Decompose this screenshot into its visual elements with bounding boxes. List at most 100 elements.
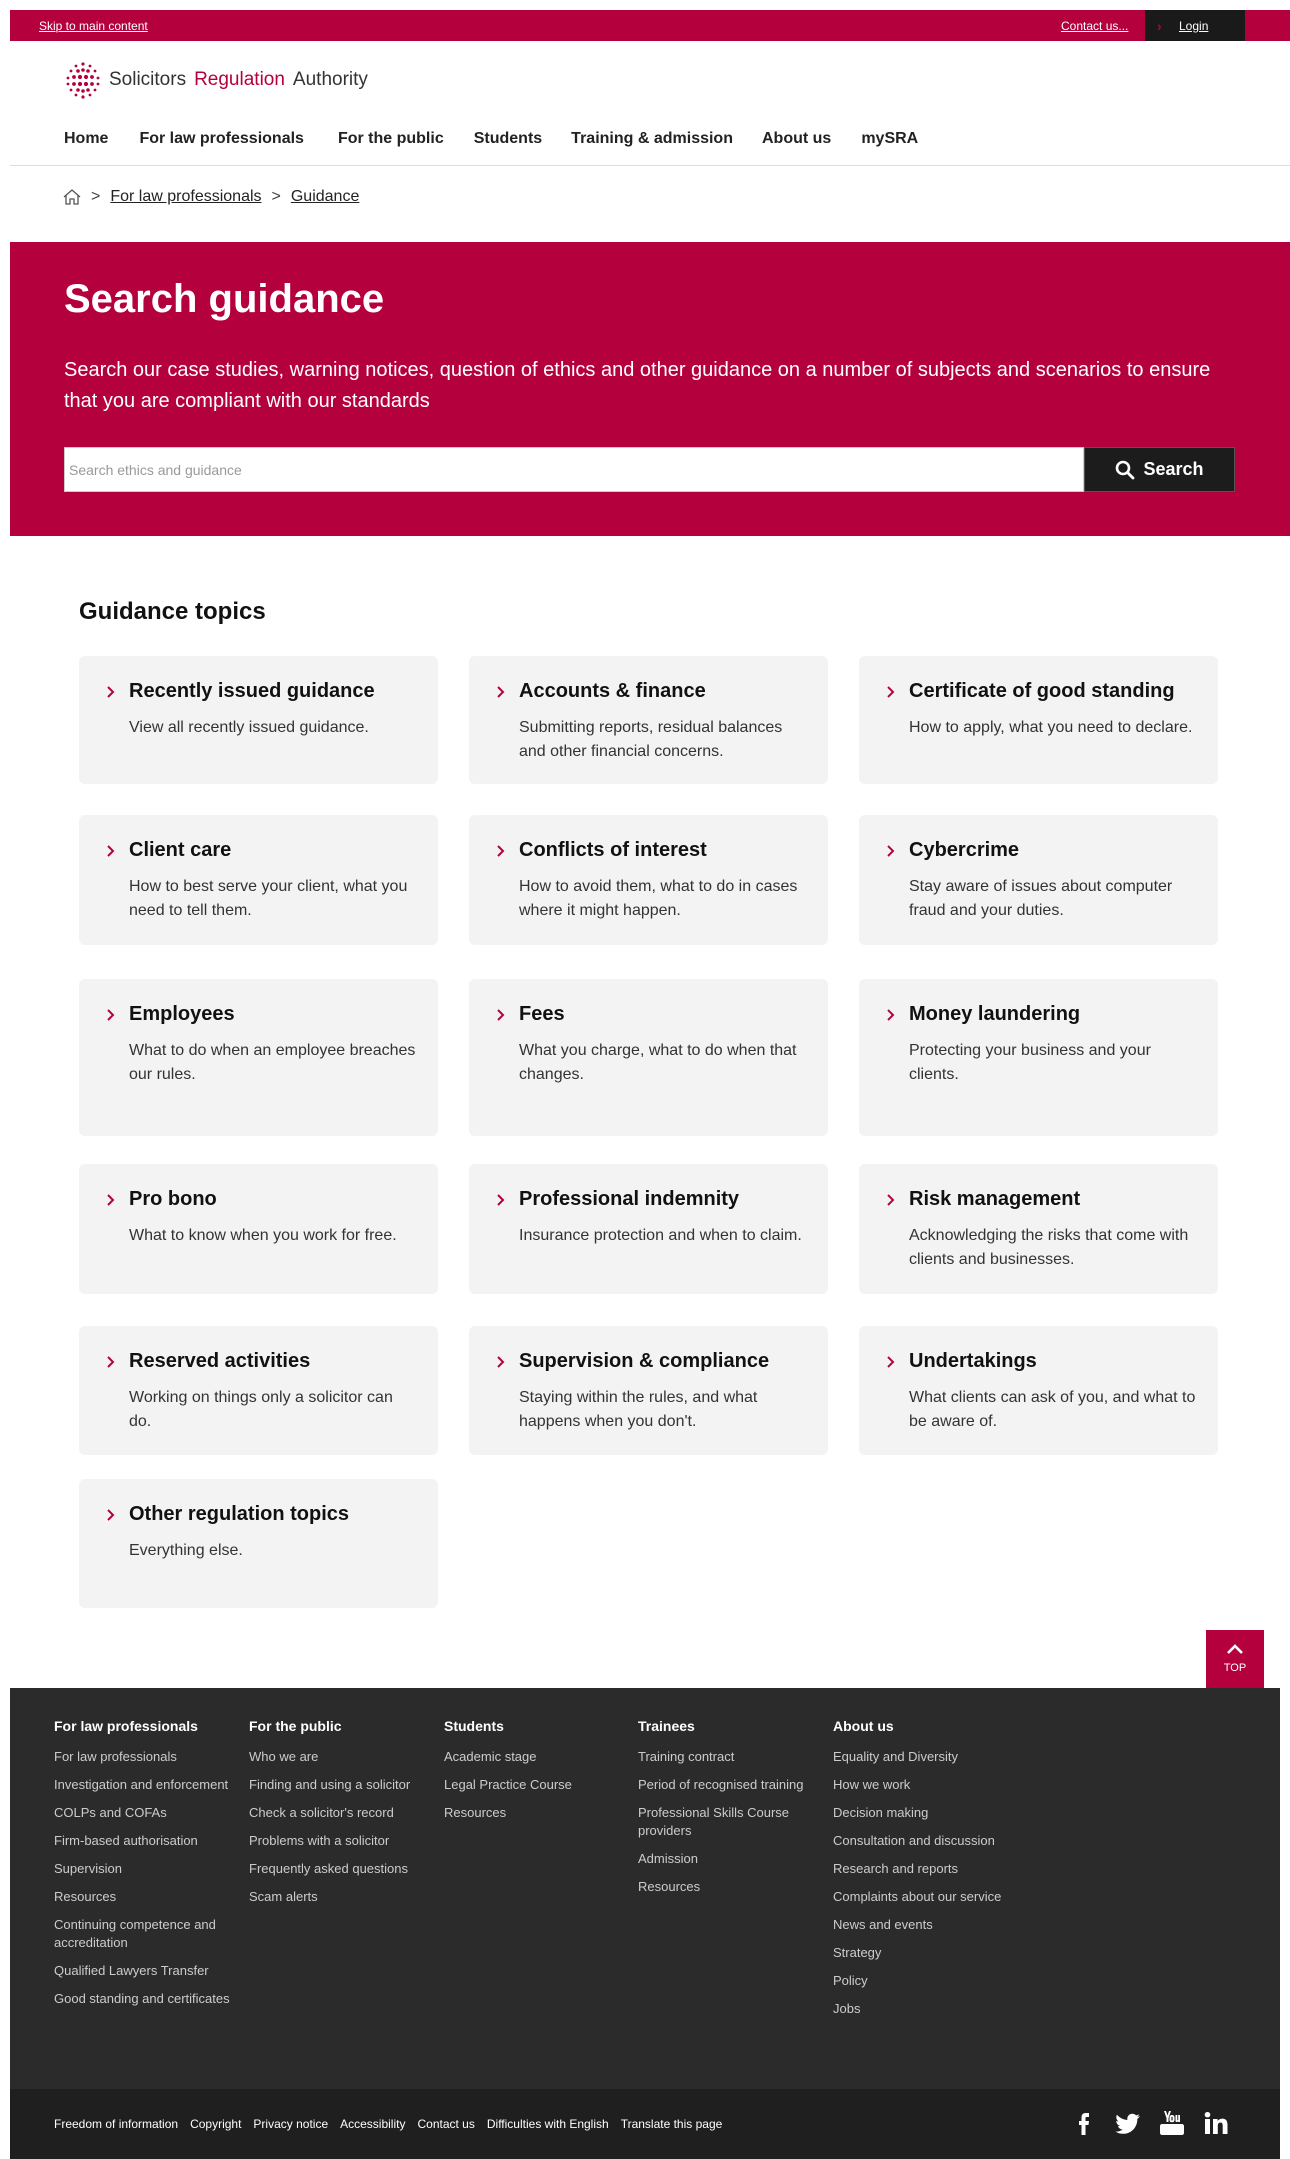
sra-logo[interactable]: Solicitors Regulation Authority: [63, 60, 368, 100]
nav-home[interactable]: Home: [64, 130, 108, 148]
topic-title: Professional indemnity: [519, 1188, 740, 1210]
footer-bottom-link[interactable]: Translate this page: [621, 2117, 723, 2131]
chevron-right-icon: [887, 845, 895, 857]
topic-description: Everything else.: [129, 1542, 243, 1559]
topic-card[interactable]: Client care How to best serve your clien…: [79, 815, 438, 945]
footer-bottom-link[interactable]: Copyright: [190, 2117, 241, 2131]
breadcrumb: > For law professionals > Guidance: [63, 188, 359, 206]
footer-link[interactable]: Problems with a solicitor: [249, 1832, 429, 1850]
topic-description: Protecting your business and your client…: [909, 1042, 1151, 1083]
footer-link[interactable]: Professional Skills Course providers: [638, 1804, 818, 1840]
footer-link[interactable]: Research and reports: [833, 1860, 1033, 1878]
footer-link[interactable]: Qualified Lawyers Transfer: [54, 1962, 234, 1980]
footer-bottom-link[interactable]: Contact us: [417, 2117, 474, 2131]
topic-card[interactable]: Supervision & compliance Staying within …: [469, 1326, 828, 1455]
footer-link[interactable]: Check a solicitor's record: [249, 1804, 429, 1822]
footer-bottom-bar: Freedom of information Copyright Privacy…: [10, 2089, 1280, 2159]
footer-link[interactable]: How we work: [833, 1776, 1033, 1794]
search-input[interactable]: Search ethics and guidance: [64, 447, 1084, 492]
nav-about-us[interactable]: About us: [762, 130, 831, 148]
topic-card[interactable]: Professional indemnity Insurance protect…: [469, 1164, 828, 1294]
footer-link[interactable]: Decision making: [833, 1804, 1033, 1822]
footer-link[interactable]: Admission: [638, 1850, 818, 1868]
twitter-icon[interactable]: [1114, 2109, 1142, 2137]
facebook-icon[interactable]: [1070, 2109, 1098, 2137]
footer-link[interactable]: Complaints about our service: [833, 1888, 1033, 1906]
nav-training-admission[interactable]: Training & admission: [571, 130, 733, 148]
footer-bottom-link[interactable]: Privacy notice: [253, 2117, 328, 2131]
topic-card[interactable]: Cybercrime Stay aware of issues about co…: [859, 815, 1218, 945]
header-divider: [10, 165, 1290, 166]
footer-link[interactable]: Period of recognised training: [638, 1776, 818, 1794]
breadcrumb-for-law-professionals[interactable]: For law professionals: [110, 188, 261, 206]
footer-link[interactable]: Legal Practice Course: [444, 1776, 624, 1794]
footer-link[interactable]: Resources: [54, 1888, 234, 1906]
footer-link[interactable]: Resources: [444, 1804, 624, 1822]
topic-description: Staying within the rules, and what happe…: [519, 1389, 758, 1430]
footer-link[interactable]: Investigation and enforcement: [54, 1776, 234, 1794]
footer-column: Students Academic stage Legal Practice C…: [444, 1718, 624, 1832]
footer-link[interactable]: Finding and using a solicitor: [249, 1776, 429, 1794]
footer-link[interactable]: Strategy: [833, 1944, 1033, 1962]
footer-bottom-link[interactable]: Difficulties with English: [487, 2117, 609, 2131]
topic-title: Other regulation topics: [129, 1503, 350, 1525]
footer-link[interactable]: Policy: [833, 1972, 1033, 1990]
topic-card[interactable]: Other regulation topics Everything else.: [79, 1479, 438, 1608]
footer-column-heading: For the public: [249, 1718, 342, 1734]
breadcrumb-guidance[interactable]: Guidance: [291, 188, 360, 206]
footer-link[interactable]: Frequently asked questions: [249, 1860, 429, 1878]
login-button[interactable]: › Login: [1145, 10, 1245, 41]
chevron-right-icon: [887, 686, 895, 698]
footer-link[interactable]: Training contract: [638, 1748, 818, 1766]
footer-link[interactable]: Equality and Diversity: [833, 1748, 1033, 1766]
topic-title: Client care: [129, 839, 232, 861]
topic-card[interactable]: Recently issued guidance View all recent…: [79, 656, 438, 784]
utility-bar: Skip to main content Contact us... › Log…: [10, 10, 1290, 41]
footer-link[interactable]: Scam alerts: [249, 1888, 429, 1906]
footer-link[interactable]: Jobs: [833, 2000, 1033, 2018]
skip-link[interactable]: Skip to main content: [39, 19, 148, 33]
topic-card[interactable]: Conflicts of interest How to avoid them,…: [469, 815, 828, 945]
footer-link[interactable]: For law professionals: [54, 1748, 234, 1766]
footer-link[interactable]: Firm-based authorisation: [54, 1832, 234, 1850]
home-icon[interactable]: [63, 189, 81, 205]
footer-link[interactable]: Consultation and discussion: [833, 1832, 1033, 1850]
topic-card[interactable]: Fees What you charge, what to do when th…: [469, 979, 828, 1136]
back-to-top-label: TOP: [1223, 1662, 1247, 1674]
topic-card[interactable]: Pro bono What to know when you work for …: [79, 1164, 438, 1294]
topic-card[interactable]: Accounts & finance Submitting reports, r…: [469, 656, 828, 784]
footer-column-heading: Trainees: [638, 1718, 695, 1734]
search-button[interactable]: Search: [1084, 447, 1235, 492]
footer-link[interactable]: Supervision: [54, 1860, 234, 1878]
nav-for-law-professionals[interactable]: For law professionals: [139, 130, 303, 148]
topic-card[interactable]: Risk management Acknowledging the risks …: [859, 1164, 1218, 1294]
topic-card[interactable]: Money laundering Protecting your busines…: [859, 979, 1218, 1136]
contact-link[interactable]: Contact us...: [1061, 19, 1128, 33]
footer-bottom-link[interactable]: Freedom of information: [54, 2117, 178, 2131]
footer-bottom-link[interactable]: Accessibility: [340, 2117, 405, 2131]
nav-for-the-public[interactable]: For the public: [338, 130, 444, 148]
topic-card[interactable]: Reserved activities Working on things on…: [79, 1326, 438, 1455]
topic-card[interactable]: Undertakings What clients can ask of you…: [859, 1326, 1218, 1455]
back-to-top-button[interactable]: TOP: [1206, 1630, 1264, 1688]
topic-title: Accounts & finance: [519, 680, 706, 702]
footer-link[interactable]: Good standing and certificates: [54, 1990, 234, 2008]
topic-title: Undertakings: [909, 1350, 1037, 1372]
topic-card[interactable]: Employees What to do when an employee br…: [79, 979, 438, 1136]
footer-link[interactable]: Continuing competence and accreditation: [54, 1916, 234, 1952]
youtube-icon[interactable]: [1158, 2109, 1186, 2137]
topic-card[interactable]: Certificate of good standing How to appl…: [859, 656, 1218, 784]
footer-link[interactable]: Who we are: [249, 1748, 429, 1766]
breadcrumb-separator: >: [271, 188, 281, 205]
footer-link[interactable]: Resources: [638, 1878, 818, 1896]
nav-students[interactable]: Students: [474, 130, 542, 148]
linkedin-icon[interactable]: [1202, 2109, 1230, 2137]
topic-description: How to avoid them, what to do in cases w…: [519, 878, 798, 919]
footer-link[interactable]: COLPs and COFAs: [54, 1804, 234, 1822]
search-icon: [1116, 460, 1135, 479]
topic-description: What you charge, what to do when that ch…: [519, 1042, 797, 1083]
footer-link[interactable]: News and events: [833, 1916, 1033, 1934]
chevron-right-icon: [497, 845, 505, 857]
nav-mysra[interactable]: mySRA: [861, 130, 918, 148]
footer-link[interactable]: Academic stage: [444, 1748, 624, 1766]
